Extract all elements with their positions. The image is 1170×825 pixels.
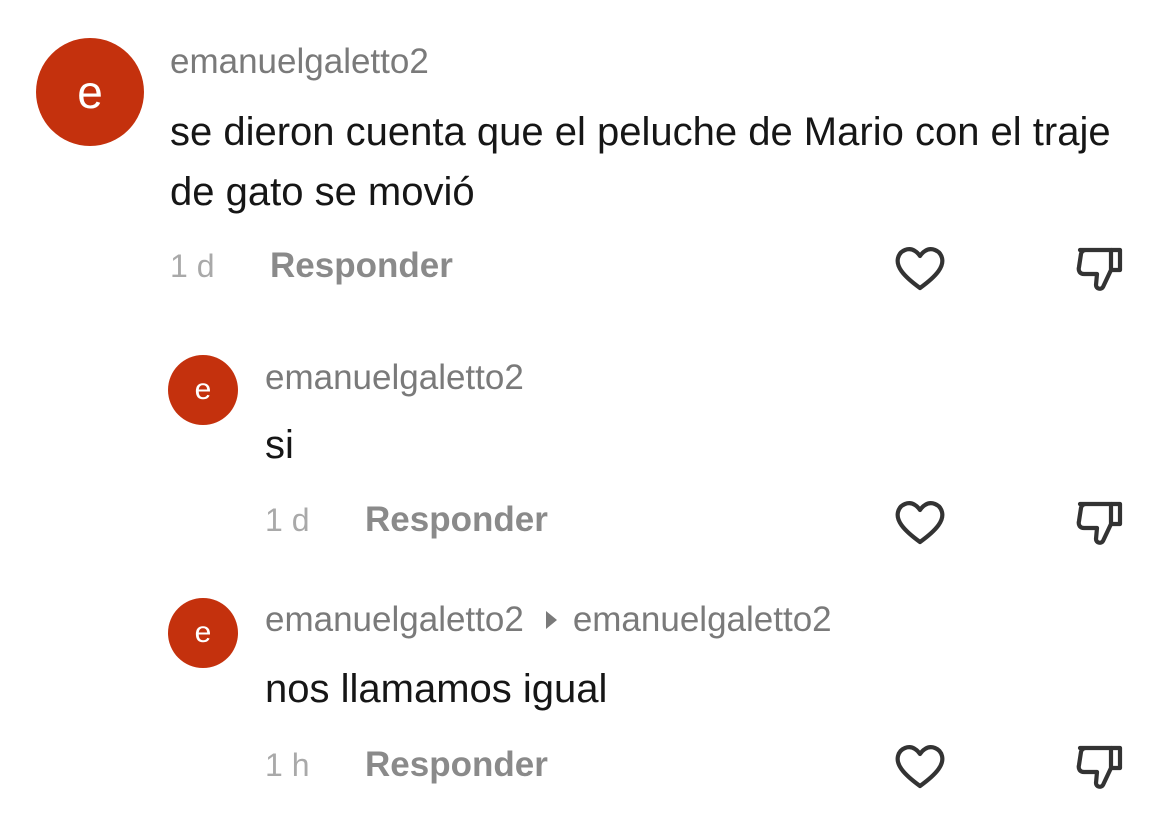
like-button[interactable]	[892, 738, 948, 794]
avatar-letter: e	[194, 373, 212, 406]
avatar[interactable]: e	[36, 38, 144, 146]
right-caret-icon	[545, 611, 557, 629]
avatar[interactable]: e	[168, 598, 238, 668]
heart-outline-icon	[895, 247, 945, 291]
comment-text: si	[265, 423, 294, 467]
thumbs-down-outline-icon	[1076, 247, 1123, 291]
dislike-button[interactable]	[1072, 738, 1128, 794]
like-button[interactable]	[892, 240, 948, 296]
dislike-button[interactable]	[1072, 494, 1128, 550]
thumbs-down-outline-icon	[1076, 501, 1123, 545]
reply-to-username[interactable]: emanuelgaletto2	[573, 600, 832, 640]
thumbs-down-outline-icon	[1076, 745, 1123, 789]
comment-username[interactable]: emanuelgaletto2	[265, 358, 524, 398]
comment-text: nos llamamos igual	[265, 667, 608, 711]
heart-outline-icon	[895, 501, 945, 545]
comment-time: 1 d	[265, 501, 310, 538]
reply-button[interactable]: Responder	[365, 500, 548, 540]
avatar-letter: e	[194, 616, 212, 649]
comment-time: 1 h	[265, 746, 310, 783]
comment-time: 1 d	[170, 247, 215, 284]
reply-button[interactable]: Responder	[365, 745, 548, 785]
comment-meta: 1 d Responder	[170, 246, 453, 286]
comment-meta: 1 d Responder	[265, 500, 548, 540]
avatar-letter: e	[77, 66, 103, 118]
comment-username[interactable]: emanuelgaletto2	[265, 600, 524, 640]
comment-meta: 1 h Responder	[265, 745, 548, 785]
like-button[interactable]	[892, 494, 948, 550]
comment-username-row: emanuelgaletto2 emanuelgaletto2	[265, 600, 832, 640]
reply-button[interactable]: Responder	[270, 246, 453, 286]
dislike-button[interactable]	[1072, 240, 1128, 296]
heart-outline-icon	[895, 745, 945, 789]
avatar[interactable]: e	[168, 355, 238, 425]
comment-username[interactable]: emanuelgaletto2	[170, 42, 429, 82]
comment-text: se dieron cuenta que el peluche de Mario…	[170, 110, 1111, 214]
